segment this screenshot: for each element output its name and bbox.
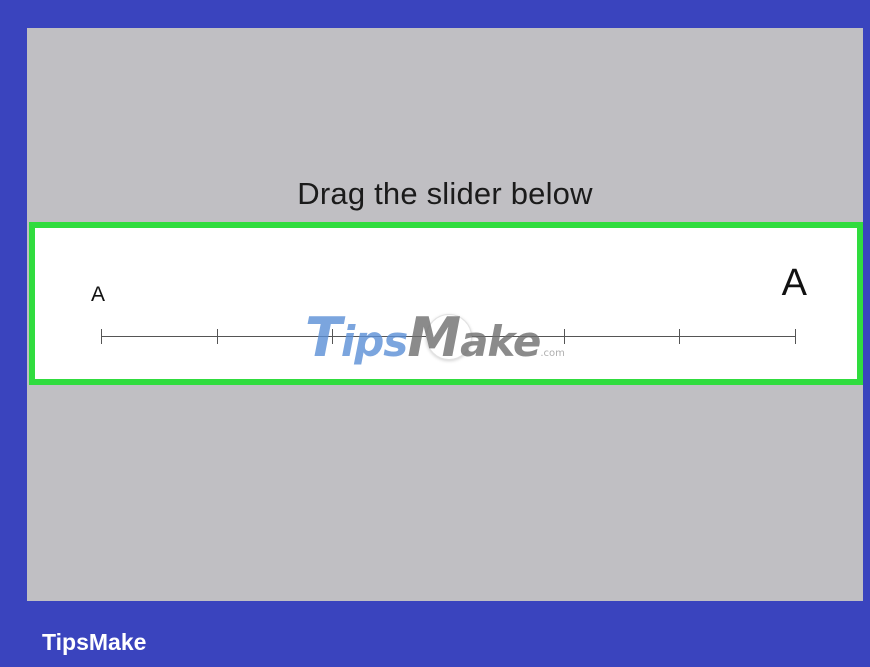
slider-tick [563, 329, 565, 344]
slider-tick [679, 329, 681, 344]
brand-label: TipsMake [42, 629, 147, 655]
tutorial-image: { "instruction": "Drag the slider below"… [0, 0, 870, 667]
slider-tick [332, 329, 334, 344]
slider-thumb[interactable] [426, 314, 472, 360]
text-size-slider-panel: A A TipsMake.com [29, 222, 863, 385]
text-size-slider-track[interactable] [101, 314, 796, 360]
instruction-text: Drag the slider below [297, 176, 593, 211]
slider-tick [795, 329, 796, 344]
slider-tick [101, 329, 102, 344]
small-text-label: A [91, 283, 106, 306]
phone-screen: Drag the slider below A A TipsMake.com [27, 28, 863, 601]
large-text-label: A [781, 262, 807, 304]
slider-tick [216, 329, 218, 344]
